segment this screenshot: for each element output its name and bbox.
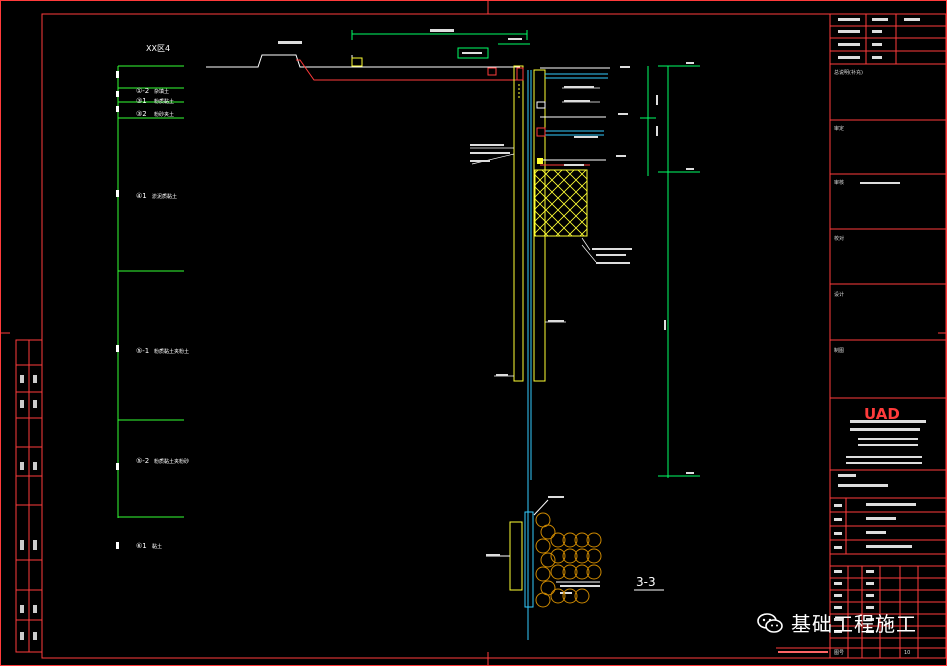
soil-layer-name: 杂填土	[154, 88, 169, 95]
left-margin-table	[15, 339, 43, 653]
cad-drawing: XX区4 ①-2 杂填土 ③1 粉质黏土 ③2 粉砂夹土 ④1 淤泥质黏土 ⑤-…	[0, 0, 947, 666]
title-section-label: 审核	[834, 179, 844, 186]
soil-layer-id: ⑥1	[136, 542, 147, 550]
uad-logo: UAD	[864, 405, 900, 423]
anchors	[536, 67, 610, 166]
soil-layer-id: ④1	[136, 192, 147, 200]
title-block-text	[834, 18, 926, 633]
stamp-text	[778, 651, 828, 653]
inner-frame	[41, 13, 947, 659]
soil-layer-labels: ①-2 杂填土 ③1 粉质黏土 ③2 粉砂夹土 ④1 淤泥质黏土 ⑤-1 粉质黏…	[136, 87, 189, 550]
title-section-label: 制图	[834, 347, 844, 354]
soil-layer-name: 粉质黏土	[154, 98, 174, 105]
soil-layer-name: 淤泥质黏土	[152, 193, 177, 200]
soil-layer-name: 粉质黏土夹粉土	[154, 348, 189, 355]
watermark-text: 基础工程施工	[791, 612, 917, 636]
soil-layer-id: ⑤-2	[136, 457, 149, 465]
title-section-label: 设计	[834, 291, 844, 298]
elevation-labels	[616, 62, 694, 474]
title-block-sections: 总说明(补充) 审定 审核 校对 设计 制图 图号 10	[834, 69, 910, 656]
watermark: 基础工程施工	[757, 608, 917, 637]
soil-improvement-block	[534, 169, 588, 237]
soil-layer-id: ③1	[136, 97, 147, 105]
section-label: 3-3	[636, 575, 656, 589]
sheet-label: 图号	[834, 650, 844, 656]
title-section-label: 校对	[834, 235, 844, 242]
sheet-number: 10	[904, 650, 910, 656]
soil-layer-name: 粉砂夹土	[154, 111, 174, 118]
elevation-dimension	[640, 65, 700, 478]
top-notes	[278, 29, 522, 54]
soil-layer-id: ①-2	[136, 87, 149, 95]
soil-layer-id: ⑤-1	[136, 347, 149, 355]
top-dimension	[351, 30, 530, 59]
title-block	[829, 13, 947, 659]
wechat-icon	[757, 612, 783, 633]
cap-beam	[537, 158, 543, 164]
soil-header: XX区4	[146, 44, 170, 53]
soil-layer-name: 粉质黏土夹粉砂	[154, 458, 189, 465]
section-detail	[486, 480, 600, 640]
title-section-label: 审定	[834, 125, 844, 132]
title-section-label: 总说明(补充)	[834, 69, 863, 76]
soil-column	[117, 65, 184, 518]
ground-surface	[206, 54, 520, 81]
soil-layer-id: ③2	[136, 110, 147, 118]
soil-layer-name: 黏土	[152, 543, 162, 550]
